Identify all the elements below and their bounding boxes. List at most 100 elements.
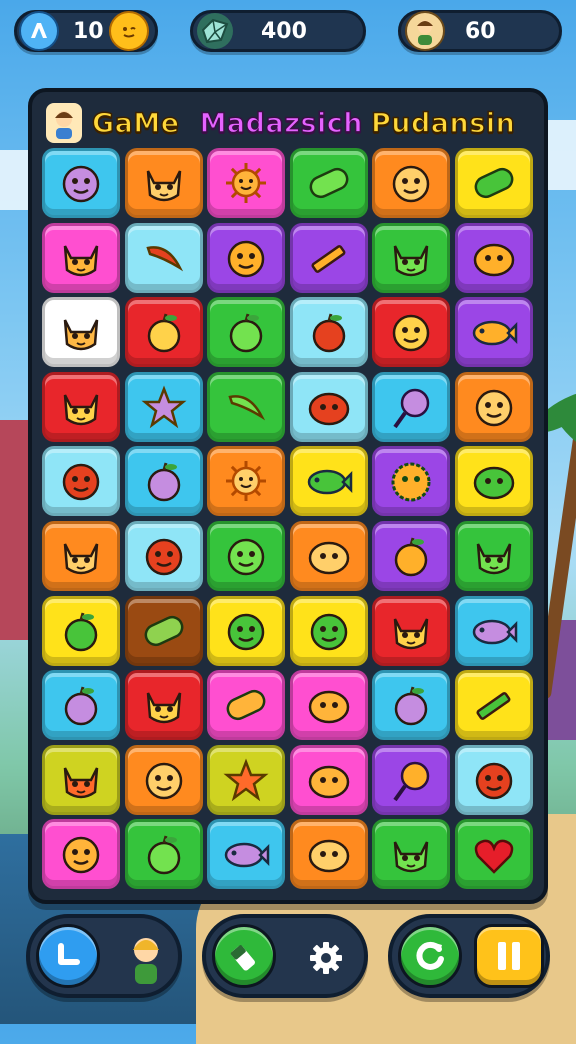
game-title: GaMe Madazsich Pudansin <box>91 107 516 140</box>
tile[interactable] <box>289 148 368 218</box>
tile[interactable] <box>42 744 120 815</box>
tile[interactable] <box>372 222 450 293</box>
eraser-button[interactable] <box>212 924 276 988</box>
tile[interactable] <box>289 670 368 741</box>
tile[interactable] <box>42 521 120 591</box>
refresh-icon <box>416 941 444 970</box>
face-icon <box>62 165 100 203</box>
tile[interactable] <box>207 297 285 368</box>
tile[interactable] <box>289 595 368 666</box>
tile[interactable] <box>454 297 533 368</box>
tile[interactable] <box>42 148 120 218</box>
fish-icon <box>224 843 270 868</box>
tile[interactable] <box>372 446 450 517</box>
pause-button[interactable] <box>474 924 544 988</box>
game-board: GaMe Madazsich Pudansin <box>28 88 548 904</box>
tile[interactable] <box>454 148 533 218</box>
tile[interactable] <box>454 521 533 591</box>
tile[interactable] <box>289 371 368 442</box>
tile[interactable] <box>124 595 203 666</box>
tile[interactable] <box>124 446 203 517</box>
tile[interactable] <box>124 297 203 368</box>
character-portrait-icon <box>46 103 82 143</box>
tile[interactable] <box>454 670 533 741</box>
tile[interactable] <box>207 819 285 890</box>
tile[interactable] <box>42 222 120 293</box>
tile[interactable] <box>42 446 120 517</box>
tile[interactable] <box>124 744 203 815</box>
cat-icon <box>393 245 429 276</box>
blob-icon <box>308 392 349 426</box>
face-icon <box>227 613 265 650</box>
fuzz-icon <box>391 462 431 502</box>
tile[interactable] <box>124 148 203 218</box>
tile[interactable] <box>124 371 203 442</box>
cat-icon <box>63 543 99 575</box>
tile[interactable] <box>207 595 285 666</box>
banana-icon <box>228 394 266 421</box>
settings-button[interactable] <box>306 938 346 978</box>
face-icon <box>392 165 430 203</box>
gear-icon <box>310 942 342 974</box>
gem-icon <box>197 13 233 49</box>
fruit-icon <box>64 612 98 651</box>
cat-icon <box>63 767 99 799</box>
blob-icon <box>308 840 349 873</box>
tile[interactable] <box>207 744 285 815</box>
tile[interactable] <box>372 521 450 591</box>
fruit-icon <box>147 462 180 502</box>
face-icon <box>475 389 512 427</box>
tile[interactable] <box>372 744 450 815</box>
tile[interactable] <box>289 744 368 815</box>
tile[interactable] <box>42 819 120 890</box>
tile[interactable] <box>207 222 285 293</box>
lollipop-icon <box>393 761 430 801</box>
restart-button[interactable] <box>398 924 462 988</box>
tile[interactable] <box>454 222 533 293</box>
tile[interactable] <box>289 222 368 293</box>
tile[interactable] <box>289 521 368 591</box>
tile[interactable] <box>42 595 120 666</box>
blob-icon <box>308 690 349 724</box>
tile[interactable] <box>454 371 533 442</box>
face-icon <box>145 538 182 576</box>
tile[interactable] <box>372 371 450 442</box>
tile[interactable] <box>207 670 285 741</box>
cat-icon <box>63 245 99 276</box>
tile[interactable] <box>372 670 450 741</box>
tile[interactable] <box>289 819 368 890</box>
tile[interactable] <box>124 819 203 890</box>
tile[interactable] <box>207 148 285 218</box>
confirm-button[interactable] <box>36 924 100 988</box>
tile[interactable] <box>42 670 120 741</box>
tile[interactable] <box>124 222 203 293</box>
cat-icon <box>393 618 429 649</box>
heart-icon <box>474 840 513 875</box>
tile[interactable] <box>207 521 285 591</box>
blob-icon <box>473 243 514 276</box>
pill-icon <box>144 615 183 646</box>
tile[interactable] <box>124 521 203 591</box>
tile[interactable] <box>372 148 450 218</box>
sun-icon <box>226 163 266 203</box>
tile[interactable] <box>289 297 368 368</box>
tile[interactable] <box>207 446 285 517</box>
tile[interactable] <box>454 744 533 815</box>
tile[interactable] <box>372 819 450 890</box>
tile[interactable] <box>289 446 368 517</box>
fruit-icon <box>394 537 428 577</box>
tile[interactable] <box>372 297 450 368</box>
title-word-3: Pudansin <box>370 107 516 140</box>
fruit-icon <box>64 686 98 726</box>
tile[interactable] <box>454 819 533 890</box>
tile[interactable] <box>42 371 120 442</box>
tile[interactable] <box>372 595 450 666</box>
tile[interactable] <box>207 371 285 442</box>
tile[interactable] <box>454 446 533 517</box>
title-word-1: GaMe <box>91 107 180 140</box>
pill-icon <box>226 690 266 721</box>
right-control-group <box>388 914 550 998</box>
tile[interactable] <box>454 595 533 666</box>
tile[interactable] <box>42 297 120 368</box>
tile[interactable] <box>124 670 203 741</box>
